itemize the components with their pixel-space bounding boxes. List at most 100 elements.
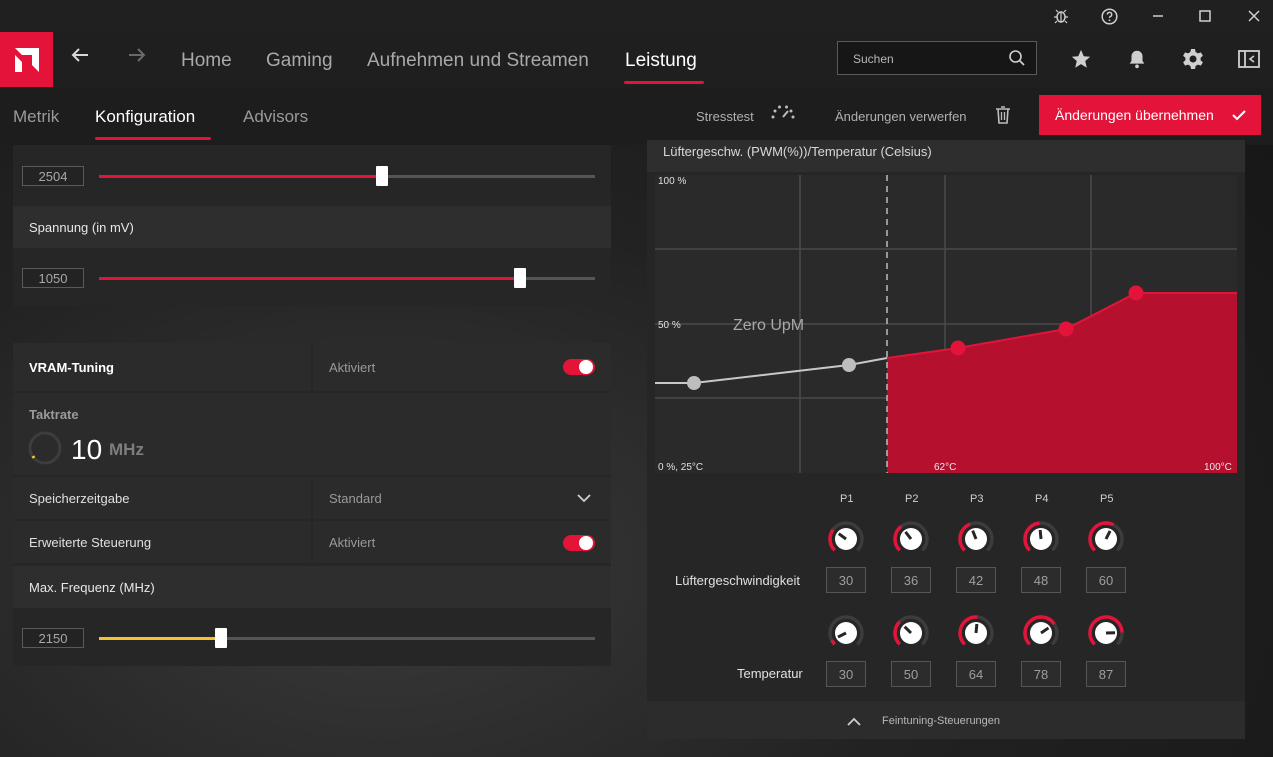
- temp-knob-p4[interactable]: [1022, 614, 1060, 652]
- temp-p5-input[interactable]: 87: [1086, 661, 1126, 687]
- minimize-icon[interactable]: [1136, 0, 1180, 32]
- help-icon[interactable]: [1087, 0, 1131, 32]
- zero-rpm-label: Zero UpM: [733, 317, 805, 334]
- zero-rpm-point-1[interactable]: [687, 376, 701, 390]
- maxfreq-slider-fill: [99, 637, 221, 640]
- tab-advisors[interactable]: Advisors: [243, 107, 308, 127]
- voltage-value-box[interactable]: 1050: [22, 268, 84, 288]
- title-bar: [0, 0, 1273, 32]
- nav-home[interactable]: Home: [181, 50, 232, 72]
- fan-chart-title: Lüftergeschw. (PWM(%))/Temperatur (Celsi…: [663, 144, 932, 159]
- tab-active-underline: [95, 137, 211, 140]
- bell-icon[interactable]: [1123, 45, 1151, 73]
- fan-speed-knob-p1[interactable]: [827, 520, 865, 558]
- advanced-toggle-knob: [579, 536, 593, 550]
- clock-slider-fill: [99, 175, 382, 178]
- maximize-icon[interactable]: [1183, 0, 1227, 32]
- fan-speed-p5-input[interactable]: 60: [1086, 567, 1126, 593]
- nav-active-underline: [624, 81, 704, 84]
- temp-knob-p3[interactable]: [957, 614, 995, 652]
- fan-speed-knob-p4[interactable]: [1022, 520, 1060, 558]
- voltage-slider-thumb[interactable]: [514, 268, 526, 288]
- fan-curve-chart[interactable]: 100 % 50 % 0 %, 25°C Zero UpM 62°C 100°C: [655, 175, 1237, 473]
- temp-knob-p1[interactable]: [827, 614, 865, 652]
- gauge-icon[interactable]: [770, 104, 796, 125]
- fan-speed-p3-input[interactable]: 42: [956, 567, 996, 593]
- timing-dropdown[interactable]: Standard: [313, 477, 611, 519]
- temp-knob-p2[interactable]: [892, 614, 930, 652]
- fan-curve-point-p3[interactable]: [1128, 285, 1144, 301]
- voltage-slider[interactable]: [99, 268, 595, 288]
- gear-icon[interactable]: [1179, 45, 1207, 73]
- clock-slider[interactable]: [99, 166, 595, 186]
- fan-curve-point-p2[interactable]: [1058, 321, 1074, 337]
- temperature-label: Temperatur: [737, 666, 803, 681]
- point-label-p2: P2: [905, 493, 919, 505]
- maxfreq-label: Max. Frequenz (MHz): [29, 579, 155, 595]
- temp-p4-input[interactable]: 78: [1021, 661, 1061, 687]
- temp-p2-input[interactable]: 50: [891, 661, 931, 687]
- fan-curve-area: [887, 293, 1237, 473]
- discard-changes[interactable]: Änderungen verwerfen: [835, 109, 967, 124]
- temp-p1-input[interactable]: 30: [826, 661, 866, 687]
- sidebar-toggle-icon[interactable]: [1235, 45, 1263, 73]
- trash-icon[interactable]: [994, 105, 1012, 130]
- nav-leistung[interactable]: Leistung: [625, 50, 697, 72]
- zero-rpm-point-2[interactable]: [842, 358, 856, 372]
- checkmark-icon: [1231, 107, 1247, 126]
- fan-speed-p2-input[interactable]: 36: [891, 567, 931, 593]
- apply-changes-button[interactable]: Änderungen übernehmen: [1039, 95, 1261, 135]
- amd-logo[interactable]: [0, 32, 53, 87]
- search-icon[interactable]: [1008, 49, 1026, 72]
- timing-label: Speicherzeitgabe: [13, 477, 311, 519]
- finetune-label[interactable]: Feintuning-Steuerungen: [882, 715, 1000, 727]
- point-label-p4: P4: [1035, 493, 1049, 505]
- timing-dropdown-value: Standard: [329, 490, 382, 506]
- voltage-header: Spannung (in mV): [13, 206, 611, 248]
- taktrate-label: Taktrate: [29, 407, 79, 422]
- point-label-p3: P3: [970, 493, 984, 505]
- taktrate-gauge-icon: [27, 430, 63, 471]
- point-label-p1: P1: [840, 493, 854, 505]
- clock-value-box[interactable]: 2504: [22, 166, 84, 186]
- taktrate-value: 10: [71, 434, 103, 465]
- star-icon[interactable]: [1067, 45, 1095, 73]
- maxfreq-slider-thumb[interactable]: [215, 628, 227, 648]
- advanced-state-label: Aktiviert: [329, 534, 376, 550]
- y-axis-mid: 50 %: [658, 320, 681, 331]
- chevron-down-icon: [577, 491, 591, 506]
- fan-speed-knob-p3[interactable]: [957, 520, 995, 558]
- taktrate-unit: MHz: [109, 440, 144, 459]
- fan-speed-knob-p2[interactable]: [892, 520, 930, 558]
- fan-speed-p1-input[interactable]: 30: [826, 567, 866, 593]
- back-arrow-icon[interactable]: [70, 45, 90, 71]
- maxfreq-slider[interactable]: [99, 628, 595, 648]
- close-icon[interactable]: [1232, 0, 1273, 32]
- voltage-slider-fill: [99, 277, 520, 280]
- advanced-toggle[interactable]: [563, 535, 595, 551]
- forward-arrow-icon[interactable]: [127, 45, 147, 71]
- vram-title: VRAM-Tuning: [13, 343, 311, 391]
- nav-record-stream[interactable]: Aufnehmen und Streamen: [367, 50, 589, 72]
- stresstest-label[interactable]: Stresstest: [696, 109, 754, 124]
- fan-speed-knob-p5[interactable]: [1087, 520, 1125, 558]
- temp-p3-input[interactable]: 64: [956, 661, 996, 687]
- temp-knob-p5[interactable]: [1087, 614, 1125, 652]
- vram-toggle-knob: [579, 360, 593, 374]
- taktrate-block: [13, 393, 611, 475]
- fan-speed-p4-input[interactable]: 48: [1021, 567, 1061, 593]
- tab-metrik[interactable]: Metrik: [13, 107, 59, 127]
- x-axis-end: 100°C: [1204, 462, 1232, 473]
- voltage-label: Spannung (in mV): [29, 219, 134, 235]
- fan-curve-point-p1[interactable]: [950, 340, 966, 356]
- vram-toggle[interactable]: [563, 359, 595, 375]
- fan-speed-label: Lüftergeschwindigkeit: [675, 573, 801, 588]
- chevron-up-icon[interactable]: [847, 714, 861, 732]
- clock-slider-thumb[interactable]: [376, 166, 388, 186]
- tab-konfiguration[interactable]: Konfiguration: [95, 107, 195, 127]
- bug-icon[interactable]: [1039, 0, 1083, 32]
- apply-changes-label: Änderungen übernehmen: [1055, 107, 1214, 123]
- maxfreq-value-box[interactable]: 2150: [22, 628, 84, 648]
- nav-gaming[interactable]: Gaming: [266, 50, 333, 72]
- search-input[interactable]: Suchen: [837, 41, 1037, 75]
